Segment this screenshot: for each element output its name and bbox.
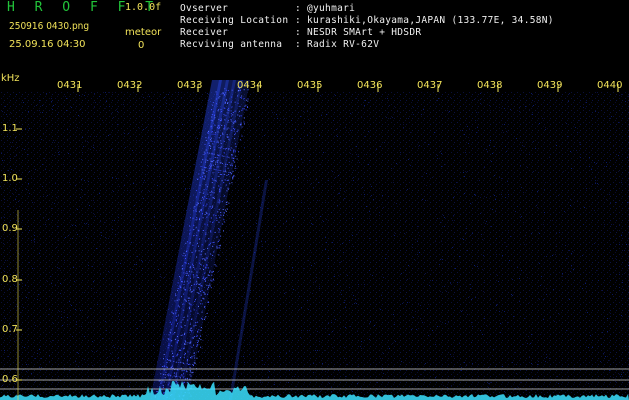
waterfall-field: [0, 92, 629, 400]
x-tick-label: 0437: [417, 80, 443, 91]
y-tick-label: 0.6: [2, 374, 18, 385]
y-tick-label: 1.0: [2, 173, 18, 184]
y-tick-label: 0.8: [2, 274, 18, 285]
x-tick-label: 0438: [477, 80, 503, 91]
x-tick-label: 0432: [117, 80, 143, 91]
spectrogram-plot: [0, 80, 629, 400]
x-tick-label: 0435: [297, 80, 323, 91]
y-tick-label: 0.7: [2, 324, 18, 335]
x-tick-label: 0433: [177, 80, 203, 91]
x-tick-label: 0434: [237, 80, 263, 91]
x-tick-label: 0431: [57, 80, 83, 91]
x-tick-label: 0439: [537, 80, 563, 91]
y-tick-label: 0.9: [2, 223, 18, 234]
y-axis-unit: kHz: [1, 73, 20, 84]
x-tick-label: 0436: [357, 80, 383, 91]
y-tick-label: 1.1: [2, 123, 18, 134]
x-tick-label: 0440: [597, 80, 623, 91]
